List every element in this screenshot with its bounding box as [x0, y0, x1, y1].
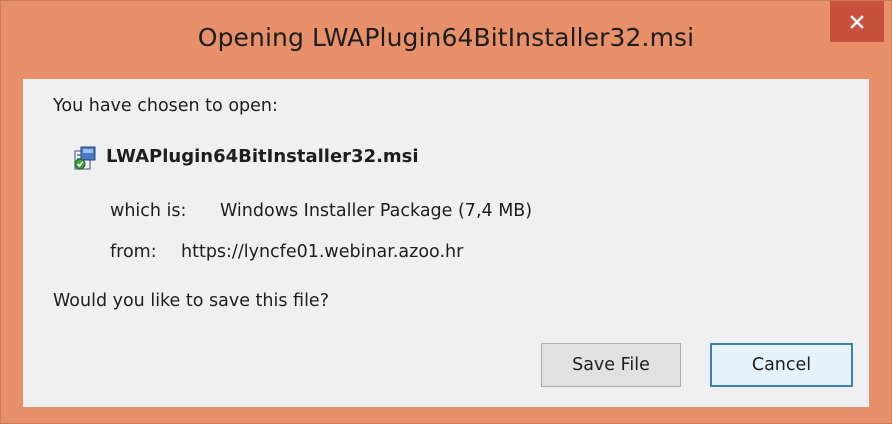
intro-text: You have chosen to open: [53, 96, 278, 116]
dialog-window: Opening LWAPlugin64BitInstaller32.msi Yo… [0, 0, 892, 424]
title-bar[interactable]: Opening LWAPlugin64BitInstaller32.msi [1, 1, 891, 79]
file-name: LWAPlugin64BitInstaller32.msi [106, 146, 419, 167]
cancel-button[interactable]: Cancel [710, 343, 853, 387]
file-type-value: Windows Installer Package (7,4 MB) [220, 201, 533, 221]
msi-package-icon [72, 145, 98, 171]
source-url-value: https://lyncfe01.webinar.azoo.hr [181, 242, 464, 262]
dialog-body: You have chosen to open: LWAPlugin64BitI… [23, 79, 869, 407]
close-button[interactable] [830, 1, 884, 42]
which-is-label: which is: [110, 201, 187, 221]
window-title: Opening LWAPlugin64BitInstaller32.msi [197, 23, 695, 52]
save-question: Would you like to save this file? [53, 291, 329, 311]
close-icon [850, 14, 864, 29]
from-label: from: [110, 242, 157, 262]
save-file-button[interactable]: Save File [541, 343, 681, 387]
